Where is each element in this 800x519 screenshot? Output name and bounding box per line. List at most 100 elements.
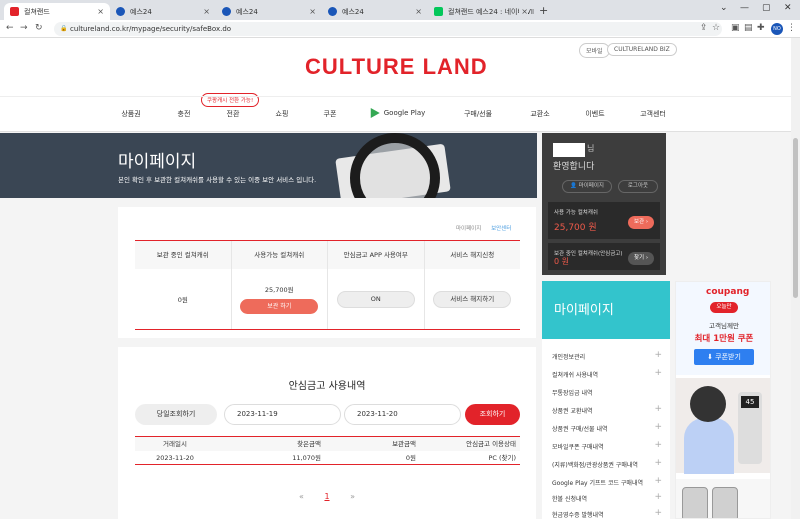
url-text: cultureland.co.kr/mypage/security/safeBo… xyxy=(70,25,232,33)
bookmark-star-icon[interactable]: ☆ xyxy=(712,23,720,33)
stored-amount: 0원 xyxy=(177,296,188,304)
side-menu-item-label: 무통장입금 내역 xyxy=(552,390,593,397)
nav-charge[interactable]: 충전 xyxy=(178,109,191,119)
tab-yes24-1[interactable]: 예스24 × xyxy=(110,3,216,20)
nav-google-play-label: Google Play xyxy=(383,109,426,117)
logout-button[interactable]: 로그아웃 xyxy=(618,180,658,193)
page-scrollbar[interactable] xyxy=(791,38,800,519)
user-panel: 님 환영합니다 👤 마이페이지 로그아웃 사용 가능 컬쳐캐쉬 25,700 원… xyxy=(542,133,666,275)
profile-avatar[interactable]: NO xyxy=(771,23,783,35)
coupon-receive-button[interactable]: ⬇ 쿠폰받기 xyxy=(694,349,754,365)
side-menu-item[interactable]: (지류)백화점/관광상품권 구매내역 + xyxy=(552,458,662,469)
puzzle-icon[interactable]: ✚ xyxy=(757,23,765,33)
extension-icon[interactable]: ▤ xyxy=(744,23,753,33)
date-to-input[interactable]: 2023-11-20 xyxy=(344,404,461,425)
tab-naver-view[interactable]: 컬쳐랜드 예스24 : 네이버 VIEW × xyxy=(428,3,534,20)
close-icon[interactable]: × xyxy=(415,7,422,16)
col-date: 거래일시 xyxy=(163,440,187,448)
lock-icon: 🔒 xyxy=(60,25,68,32)
yes24-favicon-icon xyxy=(116,7,125,16)
nav-shopping[interactable]: 쇼핑 xyxy=(276,109,289,119)
cultureland-biz-link[interactable]: CULTURELAND BIZ xyxy=(607,43,677,56)
side-menu-item[interactable]: 무통장입금 내역 xyxy=(552,388,662,397)
back-icon[interactable]: ← xyxy=(6,23,14,33)
tab-search-icon[interactable]: ⌄ xyxy=(720,3,728,13)
date-from-input[interactable]: 2023-11-19 xyxy=(224,404,341,425)
device-display: 45 xyxy=(741,396,759,408)
menu-icon[interactable]: ⋮ xyxy=(787,23,796,33)
minimize-icon[interactable]: — xyxy=(740,3,749,13)
cancel-service-button[interactable]: 서비스 해지하기 xyxy=(433,290,512,308)
side-menu-title: 마이페이지 xyxy=(542,281,670,339)
pagination: « 1 » xyxy=(118,492,536,501)
share-icon[interactable]: ⇪ xyxy=(700,23,708,33)
close-icon[interactable]: × xyxy=(97,7,104,16)
side-menu-item[interactable]: 현금영수증 발행내역 + xyxy=(552,508,662,519)
ad-line-2: 최대 1만원 쿠폰 xyxy=(694,334,754,344)
store-cash-button[interactable]: 보관 › xyxy=(628,216,654,229)
new-tab-icon[interactable]: + xyxy=(539,4,548,17)
side-menu-item[interactable]: 모바일쿠폰 구매내역 + xyxy=(552,440,662,451)
mobile-link[interactable]: 모바일 xyxy=(579,43,610,58)
prev-page-icon[interactable]: « xyxy=(299,492,304,501)
nav-convert[interactable]: 전환 xyxy=(227,109,240,119)
ad-banner[interactable]: coupang 오늘만 고객님께만 최대 1만원 쿠폰 ⬇ 쿠폰받기 45 xyxy=(675,281,771,519)
page-subtitle: 본인 확인 후 보관한 컬쳐캐쉬를 사용할 수 있는 이중 보안 서비스 입니다… xyxy=(118,176,317,184)
site-logo[interactable]: CULTURE LAND xyxy=(305,54,488,80)
mypage-button[interactable]: 👤 마이페이지 xyxy=(562,180,612,193)
nav-event[interactable]: 이벤트 xyxy=(585,109,604,119)
breadcrumb-security-center[interactable]: 보안센터 xyxy=(491,226,511,232)
plus-icon: + xyxy=(654,440,662,450)
safebox-history-card: 안심금고 사용내역 당일조회하기 2023-11-19 2023-11-20 조… xyxy=(118,347,536,519)
side-menu-item[interactable]: 상품권 교환내역 + xyxy=(552,404,662,415)
close-icon[interactable]: × xyxy=(203,7,210,16)
find-cash-button[interactable]: 찾기 › xyxy=(628,252,654,265)
side-menu-item[interactable]: 컬쳐캐쉬 사용내역 + xyxy=(552,368,662,379)
nav-coupon[interactable]: 쿠폰 xyxy=(324,109,337,119)
product-device: 45 xyxy=(738,392,762,464)
tab-yes24-2[interactable]: 예스24 × xyxy=(216,3,322,20)
tab-yes24-3[interactable]: 예스24 × xyxy=(322,3,428,20)
welcome-text: 환영합니다 xyxy=(553,162,595,172)
available-amount: 25,700원 xyxy=(264,286,294,294)
extension-icon[interactable]: ▣ xyxy=(731,23,740,33)
search-button[interactable]: 조회하기 xyxy=(465,404,520,425)
tab-label: 예스24 xyxy=(130,7,152,16)
window-close-icon[interactable]: ✕ xyxy=(784,3,792,13)
available-cash-label: 사용 가능 컬쳐캐쉬 xyxy=(554,210,598,216)
forward-icon[interactable]: → xyxy=(20,23,28,33)
product-ad-image[interactable]: 45 xyxy=(676,378,770,474)
maximize-icon[interactable]: ▢ xyxy=(762,3,771,13)
side-menu-item[interactable]: 한볼 신청내역 + xyxy=(552,492,662,503)
side-menu-item[interactable]: 상품권 구매/선물 내역 + xyxy=(552,422,662,433)
breadcrumb-mypage[interactable]: 마이페이지 xyxy=(456,226,481,232)
row-date: 2023-11-20 xyxy=(156,454,194,462)
tab-cultureland[interactable]: 컬쳐랜드 × xyxy=(4,3,110,20)
history-table: 거래일시 찾은금액 보관금액 안심금고 이용상태 2023-11-20 11,0… xyxy=(135,436,520,465)
nav-customer-center[interactable]: 고객센터 xyxy=(640,109,666,119)
plus-icon: + xyxy=(654,492,662,502)
reload-icon[interactable]: ↻ xyxy=(35,23,43,33)
phone-ad-image[interactable] xyxy=(676,479,770,518)
side-menu-item[interactable]: 개인정보관리 + xyxy=(552,350,662,361)
close-icon[interactable]: × xyxy=(519,7,528,16)
nav-google-play[interactable]: Google Play xyxy=(370,108,426,118)
scrollbar-thumb[interactable] xyxy=(793,138,798,298)
page-1[interactable]: 1 xyxy=(324,492,329,501)
app-toggle-button[interactable]: ON xyxy=(336,290,415,308)
nav-gift-card[interactable]: 상품권 xyxy=(121,109,140,119)
url-bar[interactable]: 🔒 cultureland.co.kr/mypage/security/safe… xyxy=(54,22,722,36)
store-button[interactable]: 보관 하기 xyxy=(240,299,319,314)
nav-exchange[interactable]: 교환소 xyxy=(530,109,549,119)
today-search-button[interactable]: 당일조회하기 xyxy=(135,404,217,425)
close-icon[interactable]: × xyxy=(309,7,316,16)
plus-icon: + xyxy=(654,350,662,360)
next-page-icon[interactable]: » xyxy=(350,492,355,501)
find-cash-label: 찾기 xyxy=(633,255,645,261)
side-menu-item[interactable]: Google Play 기프트 코드 구매내역 + xyxy=(552,476,662,487)
user-icon: 👤 xyxy=(570,183,577,189)
coupang-ad[interactable]: coupang 오늘만 고객님께만 최대 1만원 쿠폰 ⬇ 쿠폰받기 xyxy=(676,282,770,375)
history-title: 안심금고 사용내역 xyxy=(288,381,366,392)
nav-buy-gift[interactable]: 구매/선물 xyxy=(464,109,492,119)
plus-icon: + xyxy=(654,508,662,518)
